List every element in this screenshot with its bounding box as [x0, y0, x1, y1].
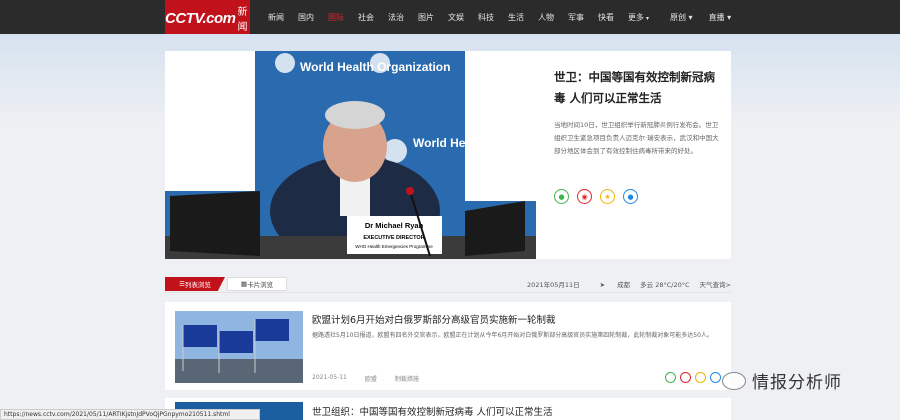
article-meta: 2021-05-11 欧盟 制裁措施 [312, 374, 437, 383]
main-nav: 新闻 国内 国际 社会 法治 图片 文娱 科技 生活 人物 军事 快看 更多 ▾ [268, 0, 663, 34]
logo-mark: CCTV.com [165, 9, 236, 27]
wechat-icon[interactable] [665, 372, 676, 383]
article-thumbnail[interactable] [175, 311, 303, 383]
weather-text: 多云 28°C/20°C [640, 281, 690, 289]
watermark: 情报分析师 [722, 368, 842, 393]
nav-item-photos[interactable]: 图片 [418, 12, 434, 23]
qq-icon[interactable] [710, 372, 721, 383]
article-date: 2021-05-11 [312, 374, 347, 381]
name-plate-org: WHO Health Emergencies Programme [355, 244, 433, 249]
nav-item-original[interactable]: 原创 ▾ [670, 12, 693, 23]
nav-item-tech[interactable]: 科技 [478, 12, 494, 23]
chevron-down-icon: ▾ [724, 12, 732, 22]
qzone-star-icon[interactable] [695, 372, 706, 383]
press-conference-photo: World Health Organization World Health O… [165, 51, 536, 259]
name-plate-name: Dr Michael Ryan [365, 221, 424, 230]
browser-status-url: https://news.cctv.com/2021/05/11/ARTIKjs… [0, 409, 260, 420]
nav-item-world[interactable]: 国际 [328, 12, 344, 23]
date-text: 2021年05月11日 [527, 281, 580, 289]
nav-original-label: 原创 [670, 12, 686, 22]
qzone-star-icon[interactable]: ★ [600, 189, 615, 204]
qq-icon[interactable]: ● [623, 189, 638, 204]
location-text: 成都 [617, 281, 631, 289]
weibo-icon[interactable] [680, 372, 691, 383]
eu-flags-photo [175, 311, 303, 383]
nav-item-entertainment[interactable]: 文娱 [448, 12, 464, 23]
share-buttons: ● ◉ ★ ● [554, 189, 646, 204]
location-icon: ➤ [599, 281, 608, 289]
nav-item-law[interactable]: 法治 [388, 12, 404, 23]
hero-text-panel: 世卫：中国等国有效控制新冠病毒 人们可以正常生活 当地时间10日，世卫组织举行新… [536, 51, 731, 259]
nav-item-news[interactable]: 新闻 [268, 12, 284, 23]
article-share [661, 372, 721, 383]
hero-feature: World Health Organization World Health O… [165, 51, 731, 259]
hero-description: 当地时间10日，世卫组织举行新冠肺炎例行发布会。世卫组织卫生紧急项目负责人迈克尔… [554, 121, 719, 155]
nav-item-life[interactable]: 生活 [508, 12, 524, 23]
nav-item-society[interactable]: 社会 [358, 12, 374, 23]
chevron-down-icon: ▾ [686, 12, 693, 22]
view-tabs-row: ☰ 列表浏览 ▦ 卡片浏览 2021年05月11日 ➤ 成都 多云 28°C/2… [165, 277, 731, 291]
watermark-text: 情报分析师 [752, 373, 842, 393]
name-plate-role: EXECUTIVE DIRECTOR [363, 235, 424, 241]
nav-item-more[interactable]: 更多 ▾ [628, 12, 649, 23]
location: ➤ 成都 [590, 279, 631, 289]
cctv-logo[interactable]: CCTV.com 新闻 [165, 0, 250, 36]
date-weather: 2021年05月11日 ➤ 成都 多云 28°C/20°C 天气查询> [517, 279, 731, 289]
article-tag[interactable]: 欧盟 [365, 374, 377, 383]
logo-sub: 新闻 [237, 7, 248, 33]
tab-list-label: 列表浏览 [184, 281, 211, 289]
wechat-icon[interactable]: ● [554, 189, 569, 204]
divider [165, 292, 731, 293]
nav-item-live[interactable]: 直播 ▾ [709, 12, 732, 23]
banner-text-2: World Health Organization [413, 136, 536, 150]
chevron-down-icon: ▾ [646, 14, 650, 22]
hero-title[interactable]: 世卫：中国等国有效控制新冠病毒 人们可以正常生活 [554, 67, 724, 109]
nav-live-label: 直播 [708, 12, 725, 22]
nav-right: 原创 ▾ 直播 ▾ [670, 0, 747, 34]
article-title[interactable]: 欧盟计划6月开始对白俄罗斯部分高级官员实施新一轮制裁 [312, 312, 556, 326]
article-title[interactable]: 世卫组织：中国等国有效控制新冠病毒 人们可以正常生活 [312, 404, 553, 418]
nav-item-quickview[interactable]: 快看 [598, 12, 614, 23]
wechat-official-account-icon [722, 371, 746, 390]
article-tag[interactable]: 制裁措施 [395, 374, 419, 383]
article-description: 据路透社5月10日报道，欧盟有四名外交官表示，欧盟正在计划从今年6月开始对白俄罗… [312, 332, 713, 339]
tab-card-view[interactable]: ▦ 卡片浏览 [227, 277, 287, 291]
weather-link[interactable]: 天气查询> [700, 279, 731, 289]
nav-more-label: 更多 [628, 12, 644, 22]
tab-list-view[interactable]: ☰ 列表浏览 [165, 277, 225, 291]
nav-item-people[interactable]: 人物 [538, 12, 554, 23]
tab-card-label: 卡片浏览 [247, 281, 274, 289]
list-item[interactable]: 欧盟计划6月开始对白俄罗斯部分高级官员实施新一轮制裁 据路透社5月10日报道，欧… [165, 302, 731, 390]
nav-item-military[interactable]: 军事 [568, 12, 584, 23]
weibo-icon[interactable]: ◉ [577, 189, 592, 204]
nav-item-domestic[interactable]: 国内 [298, 12, 314, 23]
hero-image[interactable]: World Health Organization World Health O… [165, 51, 536, 259]
banner-text-1: World Health Organization [300, 60, 450, 74]
